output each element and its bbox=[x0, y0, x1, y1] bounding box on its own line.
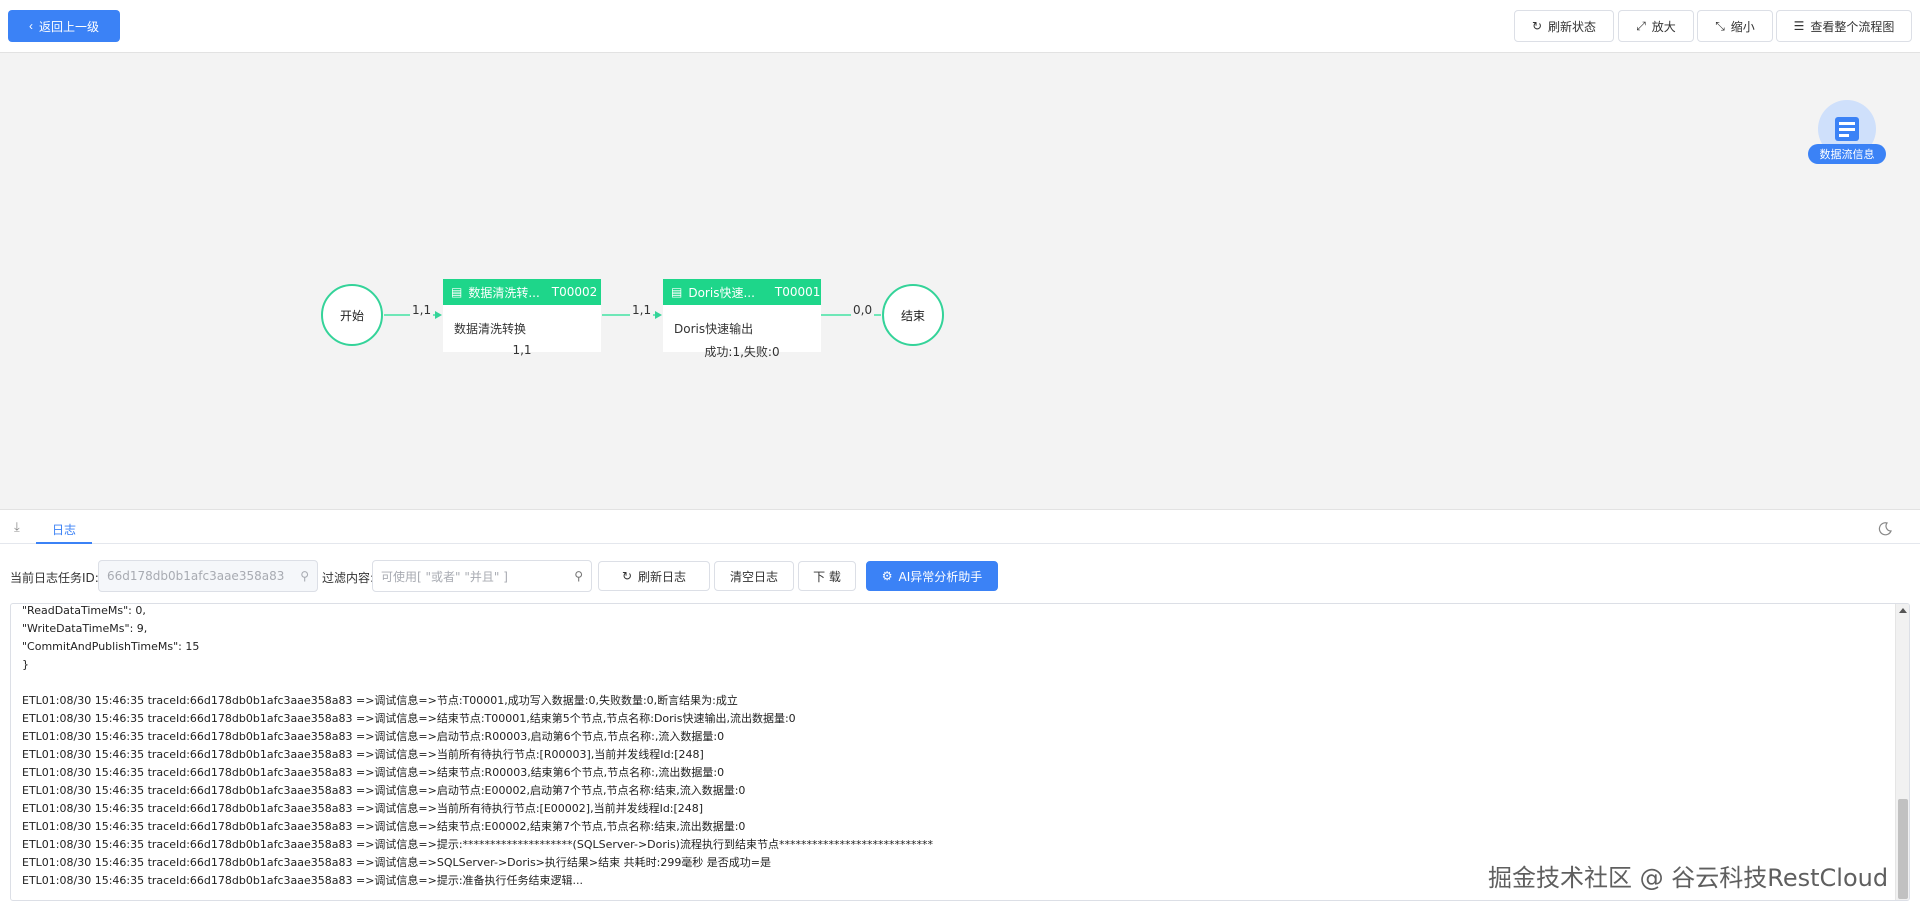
log-line: ETL01:08/30 15:46:35 traceId:66d178db0b1… bbox=[22, 748, 704, 761]
end-node-label: 结束 bbox=[900, 308, 925, 323]
zoom-in-label: 放大 bbox=[1651, 19, 1676, 34]
task-node-header: ▤ 数据清洗转... T00002 bbox=[443, 279, 601, 305]
ai-assistant-button[interactable]: ⚙ AI异常分析助手 bbox=[866, 561, 998, 591]
task-id-label: 当前日志任务ID: bbox=[10, 571, 99, 585]
log-output[interactable]: "ReadDataTimeMs": 0, "WriteDataTimeMs": 9… bbox=[10, 603, 1910, 901]
flow-canvas[interactable]: 开始 1,1 ▤ 数据清洗转... T00002 数据清洗转换 1,1 1,1 … bbox=[0, 52, 1920, 510]
expand-icon: ⤢ bbox=[1636, 18, 1646, 33]
log-line: ETL01:08/30 15:46:35 traceId:66d178db0b1… bbox=[22, 838, 933, 851]
log-line: ETL01:08/30 15:46:35 traceId:66d178db0b1… bbox=[22, 784, 746, 797]
log-line: ETL01:08/30 15:46:35 traceId:66d178db0b1… bbox=[22, 712, 796, 725]
refresh-log-label: 刷新日志 bbox=[638, 569, 687, 584]
task-id-value: 66d178db0b1afc3aae358a83 bbox=[107, 569, 285, 583]
back-button-label: 返回上一级 bbox=[38, 19, 99, 34]
dataflow-info-label: 数据流信息 bbox=[1808, 144, 1886, 164]
refresh-icon: ↻ bbox=[621, 569, 633, 583]
zoom-in-button[interactable]: ⤢ 放大 bbox=[1618, 10, 1694, 42]
filter-input[interactable]: 可使用[ "或者" "并且" ] ⚲ bbox=[372, 560, 592, 592]
clear-log-button[interactable]: 清空日志 bbox=[714, 561, 794, 591]
task-node-stat: 1,1 bbox=[512, 343, 532, 357]
task-node-title: Doris快速... bbox=[688, 285, 755, 300]
view-whole-flow-button[interactable]: ☰ 查看整个流程图 bbox=[1776, 10, 1912, 42]
watermark: 掘金技术社区 @ 谷云科技RestCloud bbox=[1488, 864, 1889, 892]
log-line: "CommitAndPublishTimeMs": 15 bbox=[22, 640, 200, 653]
download-button[interactable]: 下 载 bbox=[798, 561, 856, 591]
ai-icon: ⚙ bbox=[881, 569, 893, 583]
task-node-title: 数据清洗转... bbox=[468, 285, 540, 300]
log-line: "ReadDataTimeMs": 0, bbox=[22, 604, 146, 617]
top-toolbar: ‹ 返回上一级 ↻ 刷新状态 ⤢ 放大 ⤡ 缩小 ☰ 查看整个流程图 bbox=[0, 0, 1920, 52]
log-line: ETL01:08/30 15:46:35 traceId:66d178db0b1… bbox=[22, 802, 704, 815]
task-node-t00002[interactable]: ▤ 数据清洗转... T00002 数据清洗转换 bbox=[443, 279, 601, 352]
back-button[interactable]: ‹ 返回上一级 bbox=[8, 10, 120, 42]
arrow-icon bbox=[435, 311, 442, 319]
log-toolbar: 当前日志任务ID: 66d178db0b1afc3aae358a83 ⚲ 过滤内… bbox=[0, 560, 1920, 592]
task-node-stat: 成功:1,失败:0 bbox=[704, 345, 780, 359]
log-line: ETL01:08/30 15:46:35 traceId:66d178db0b1… bbox=[22, 874, 584, 887]
edge-label: 0,0 bbox=[851, 303, 875, 317]
scroll-up-icon[interactable] bbox=[1899, 608, 1907, 613]
log-line: ETL01:08/30 15:46:35 traceId:66d178db0b1… bbox=[22, 820, 746, 833]
edge-label: 1,1 bbox=[410, 303, 434, 317]
log-scrollbar[interactable] bbox=[1895, 604, 1909, 900]
log-line: ETL01:08/30 15:46:35 traceId:66d178db0b1… bbox=[22, 856, 772, 869]
scroll-thumb[interactable] bbox=[1898, 799, 1908, 899]
refresh-status-button[interactable]: ↻ 刷新状态 bbox=[1514, 10, 1614, 42]
moon-icon[interactable] bbox=[1878, 522, 1892, 536]
list-icon: ☰ bbox=[1793, 19, 1805, 33]
chevron-left-icon: ‹ bbox=[28, 19, 33, 33]
output-icon: ▤ bbox=[671, 285, 683, 299]
dataflow-info-badge[interactable]: 数据流信息 bbox=[1808, 100, 1888, 170]
refresh-log-button[interactable]: ↻ 刷新日志 bbox=[598, 561, 710, 591]
log-line: ETL01:08/30 15:46:35 traceId:66d178db0b1… bbox=[22, 694, 738, 707]
download-icon[interactable]: ⤓ bbox=[14, 520, 20, 535]
edge-label: 1,1 bbox=[630, 303, 654, 317]
log-line: ETL01:08/30 15:46:35 traceId:66d178db0b1… bbox=[22, 730, 725, 743]
task-node-code: T00001 bbox=[774, 285, 821, 299]
arrow-icon bbox=[655, 311, 662, 319]
refresh-status-label: 刷新状态 bbox=[1548, 19, 1597, 34]
shrink-icon: ⤡ bbox=[1715, 18, 1725, 33]
end-node[interactable]: 结束 bbox=[882, 284, 944, 346]
zoom-out-label: 缩小 bbox=[1730, 19, 1755, 34]
database-doc-icon bbox=[1835, 117, 1859, 141]
filter-placeholder: 可使用[ "或者" "并且" ] bbox=[381, 569, 508, 584]
download-label: 下 载 bbox=[813, 569, 841, 584]
start-node-label: 开始 bbox=[339, 308, 364, 323]
log-line: ETL01:08/30 15:46:35 traceId:66d178db0b1… bbox=[22, 766, 725, 779]
log-lines: "ReadDataTimeMs": 0, "WriteDataTimeMs": 9… bbox=[22, 604, 933, 890]
task-node-code: T00002 bbox=[551, 285, 598, 299]
log-line: } bbox=[22, 658, 29, 671]
task-node-header: ▤ Doris快速... T00001 bbox=[663, 279, 821, 305]
refresh-icon: ↻ bbox=[1531, 19, 1543, 33]
tab-log[interactable]: 日志 bbox=[36, 514, 93, 544]
search-icon: ⚲ bbox=[300, 569, 309, 583]
start-node[interactable]: 开始 bbox=[321, 284, 383, 346]
data-transform-icon: ▤ bbox=[451, 285, 463, 299]
ai-assistant-label: AI异常分析助手 bbox=[898, 569, 983, 584]
log-tabs: ⤓ 日志 bbox=[0, 514, 1920, 544]
task-id-field[interactable]: 66d178db0b1afc3aae358a83 ⚲ bbox=[98, 560, 318, 592]
filter-label: 过滤内容: bbox=[322, 571, 375, 585]
clear-log-label: 清空日志 bbox=[729, 569, 778, 584]
log-line: "WriteDataTimeMs": 9, bbox=[22, 622, 148, 635]
task-node-t00001[interactable]: ▤ Doris快速... T00001 Doris快速输出 bbox=[663, 279, 821, 352]
zoom-out-button[interactable]: ⤡ 缩小 bbox=[1697, 10, 1773, 42]
view-whole-flow-label: 查看整个流程图 bbox=[1810, 19, 1895, 34]
search-icon: ⚲ bbox=[574, 569, 583, 583]
